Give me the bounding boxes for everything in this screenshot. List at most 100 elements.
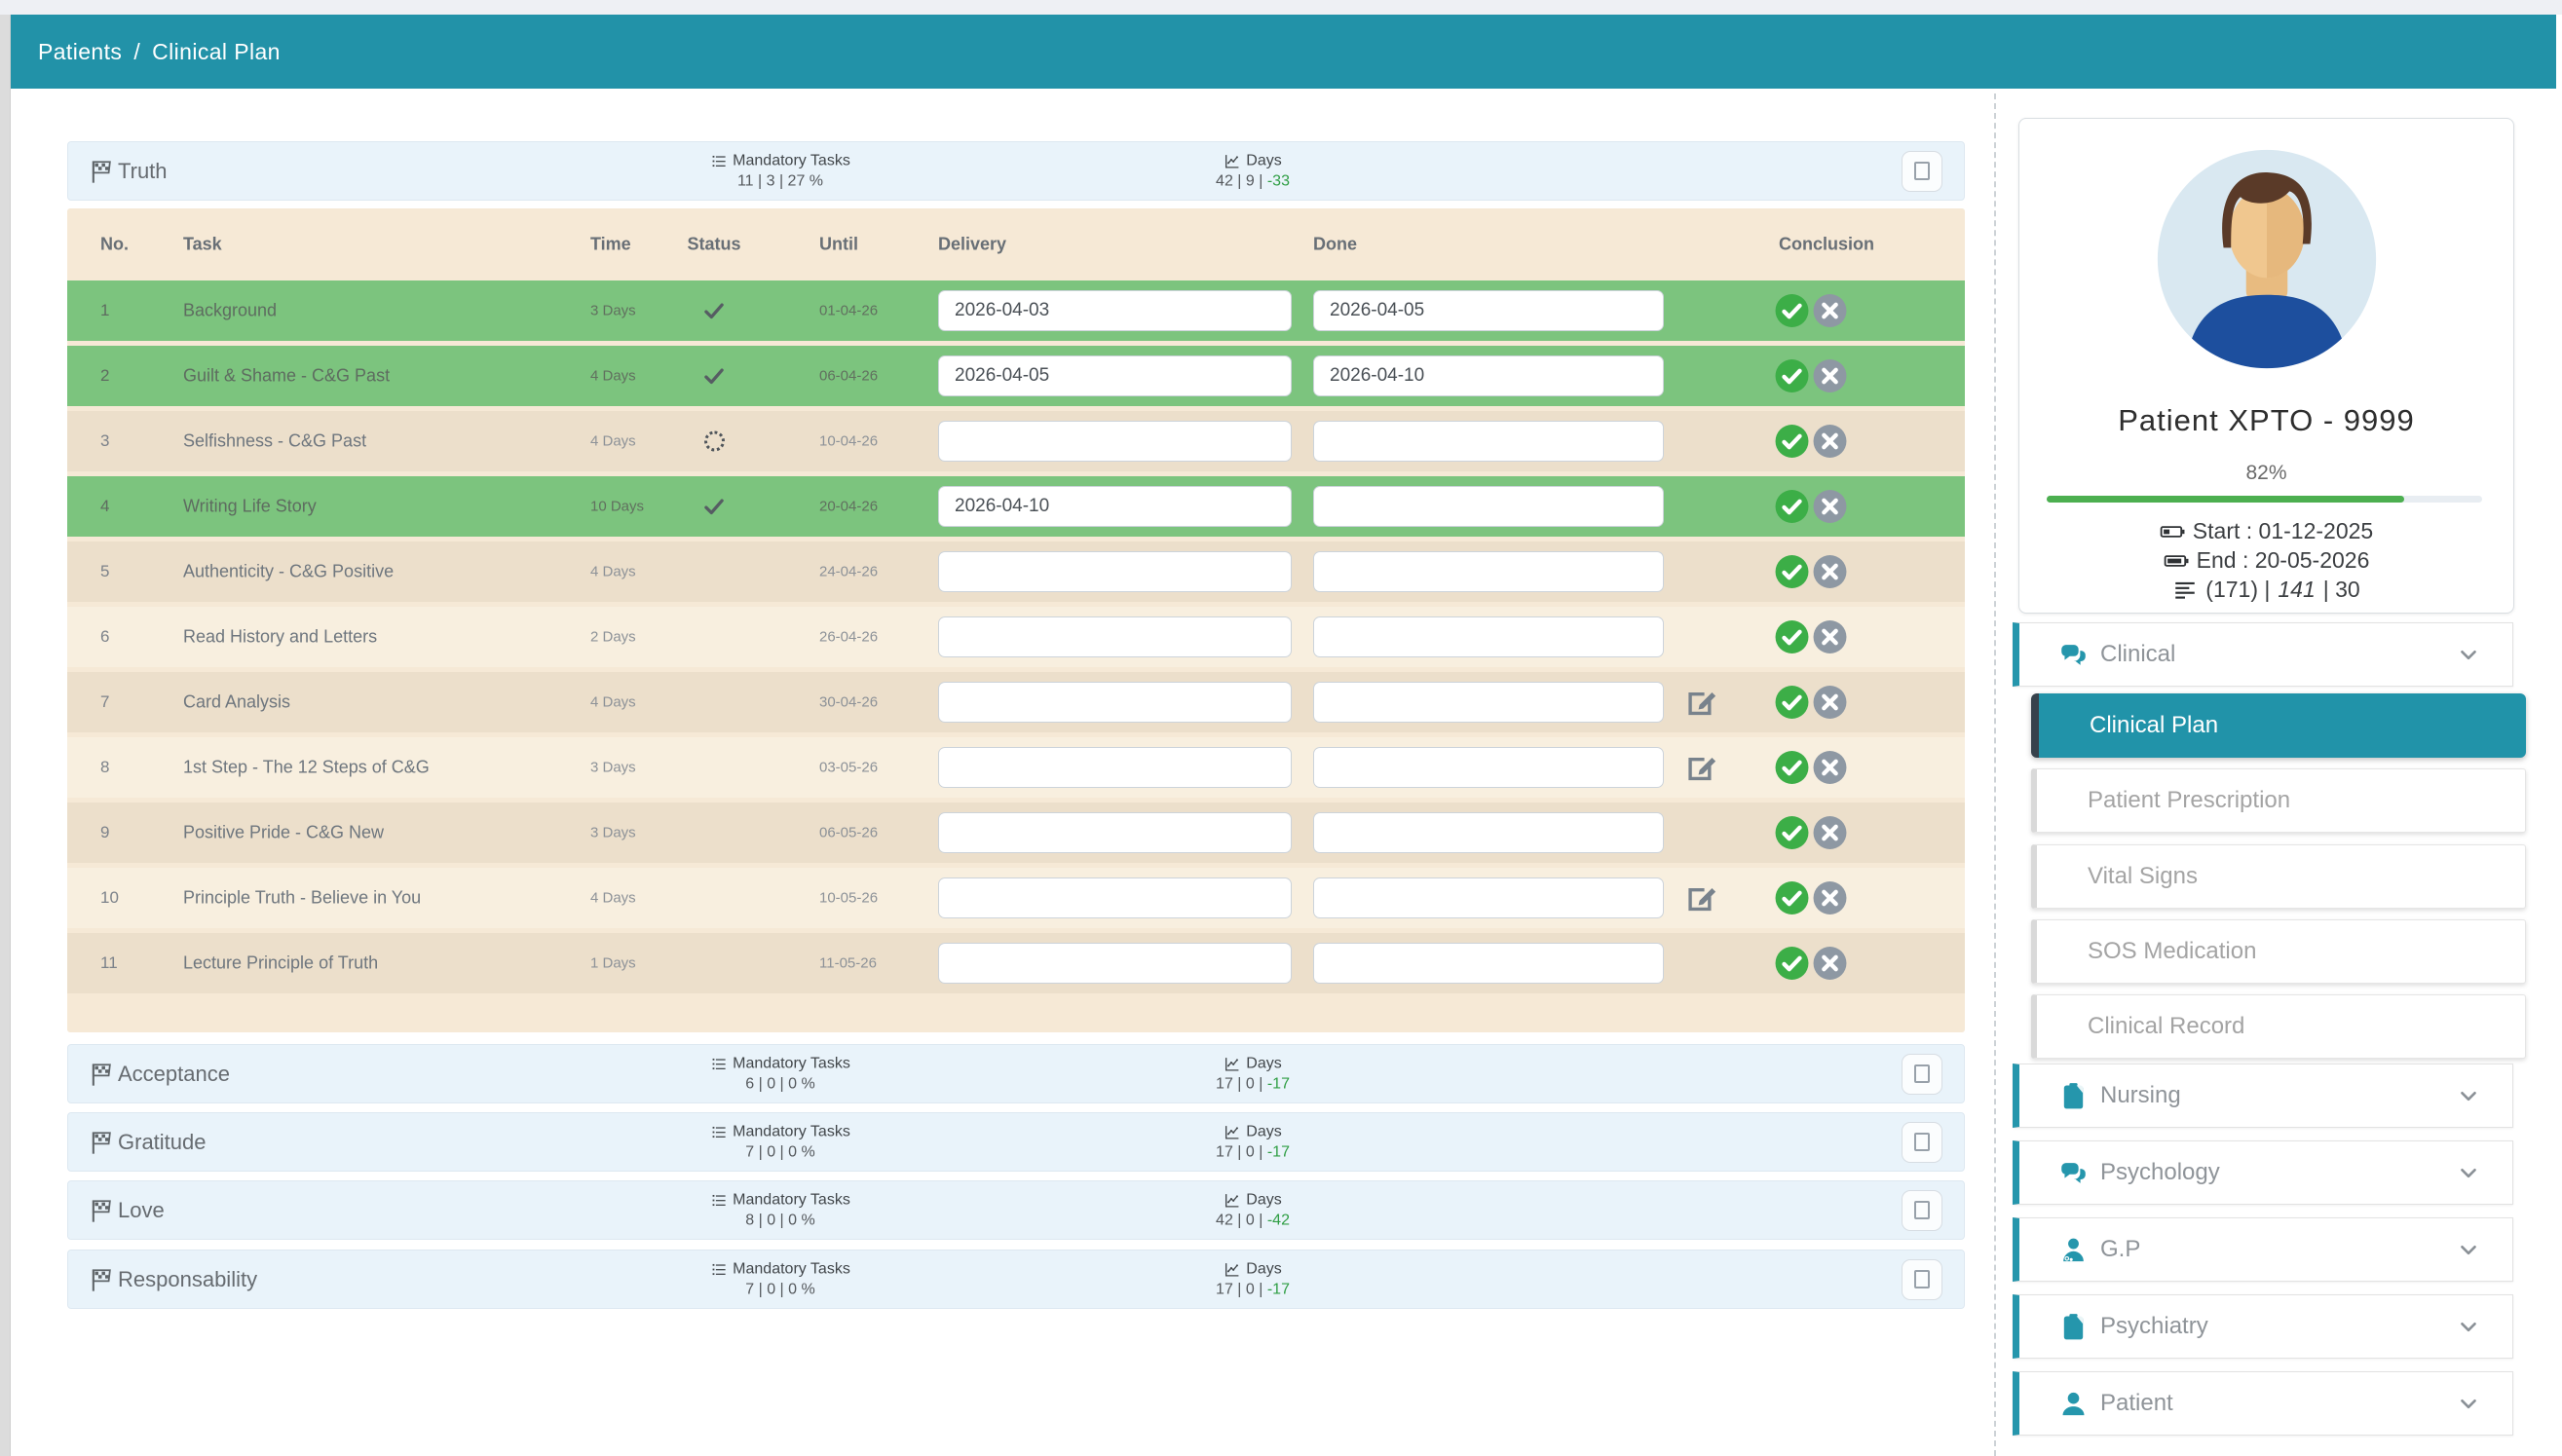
reject-x-icon[interactable] — [1812, 424, 1848, 460]
conclusion-actions — [1774, 424, 1848, 460]
breadcrumb: Patients / Clinical Plan — [11, 15, 2556, 89]
reject-x-icon[interactable] — [1812, 358, 1848, 394]
square-icon — [1914, 1270, 1930, 1288]
reject-x-icon[interactable] — [1812, 815, 1848, 851]
delivery-date-input[interactable] — [938, 355, 1292, 396]
delivery-date-input[interactable] — [938, 551, 1292, 592]
approve-check-icon[interactable] — [1774, 293, 1810, 329]
reject-x-icon[interactable] — [1812, 880, 1848, 916]
task-name: Selfishness - C&G Past — [183, 431, 366, 452]
sidebar-group-g-p[interactable]: G.P — [2013, 1217, 2513, 1282]
reject-x-icon[interactable] — [1812, 946, 1848, 982]
done-date-input[interactable] — [1313, 355, 1664, 396]
sidebar-group-psychiatry[interactable]: Psychiatry — [2013, 1294, 2513, 1359]
approve-check-icon[interactable] — [1774, 358, 1810, 394]
mandatory-tasks-label: Mandatory Tasks — [733, 152, 850, 169]
approve-check-icon[interactable] — [1774, 619, 1810, 655]
days-value: 17 | 0 | — [1216, 1281, 1262, 1297]
square-icon — [1914, 1064, 1930, 1083]
done-date-input[interactable] — [1313, 421, 1664, 462]
delivery-date-input[interactable] — [938, 682, 1292, 723]
delivery-date-input[interactable] — [938, 747, 1292, 788]
approve-check-icon[interactable] — [1774, 750, 1810, 786]
delivery-date-input[interactable] — [938, 486, 1292, 527]
delivery-date-input[interactable] — [938, 290, 1292, 331]
reject-x-icon[interactable] — [1812, 293, 1848, 329]
collapse-toggle-button[interactable] — [1902, 1259, 1942, 1300]
reject-x-icon[interactable] — [1812, 685, 1848, 721]
chart-icon — [1224, 152, 1241, 169]
sidebar-item-sos-medication[interactable]: SOS Medication — [2031, 919, 2526, 984]
collapse-toggle-button[interactable] — [1902, 1122, 1942, 1163]
days-value: 42 | 0 | — [1216, 1212, 1262, 1228]
done-date-input[interactable] — [1313, 943, 1664, 984]
checkered-flag-icon — [88, 158, 115, 185]
done-date-input[interactable] — [1313, 877, 1664, 918]
done-date-input[interactable] — [1313, 290, 1664, 331]
section-header: Gratitude Mandatory Tasks 7 | 0 | 0 % Da… — [67, 1112, 1965, 1172]
done-date-input[interactable] — [1313, 812, 1664, 853]
table-row: 2 Guilt & Shame - C&G Past 4 Days 06-04-… — [67, 346, 1965, 406]
mandatory-tasks-value: 7 | 0 | 0 % — [710, 1281, 850, 1298]
group-label: Patient — [2100, 1390, 2173, 1417]
delivery-date-input[interactable] — [938, 943, 1292, 984]
square-icon — [1914, 162, 1930, 180]
approve-check-icon[interactable] — [1774, 489, 1810, 525]
edit-icon[interactable] — [1683, 685, 1719, 721]
approve-check-icon[interactable] — [1774, 424, 1810, 460]
sidebar-item-vital-signs[interactable]: Vital Signs — [2031, 844, 2526, 909]
task-number: 2 — [100, 366, 109, 386]
reject-x-icon[interactable] — [1812, 489, 1848, 525]
header-task: Task — [183, 235, 222, 255]
section-title-label: Responsability — [118, 1267, 257, 1292]
delivery-date-input[interactable] — [938, 812, 1292, 853]
counts-elapsed: 141 — [2278, 577, 2315, 603]
task-until-date: 10-04-26 — [819, 433, 878, 450]
approve-check-icon[interactable] — [1774, 685, 1810, 721]
sidebar-item-clinical-plan[interactable]: Clinical Plan — [2031, 693, 2526, 758]
task-name: Guilt & Shame - C&G Past — [183, 366, 390, 387]
mandatory-tasks-label: Mandatory Tasks — [733, 1260, 850, 1278]
patient-avatar — [2154, 146, 2380, 372]
task-until-date: 30-04-26 — [819, 694, 878, 711]
done-date-input[interactable] — [1313, 486, 1664, 527]
check-icon — [701, 363, 727, 389]
task-until-date: 24-04-26 — [819, 564, 878, 580]
collapse-toggle-button[interactable] — [1902, 1190, 1942, 1231]
edit-icon[interactable] — [1683, 750, 1719, 786]
sidebar-item-clinical-record[interactable]: Clinical Record — [2031, 994, 2526, 1059]
delivery-date-input[interactable] — [938, 616, 1292, 657]
done-date-input[interactable] — [1313, 616, 1664, 657]
table-row: 11 Lecture Principle of Truth 1 Days 11-… — [67, 933, 1965, 993]
sidebar-group-psychology[interactable]: Psychology — [2013, 1140, 2513, 1205]
days-delta: -17 — [1267, 1143, 1290, 1160]
approve-check-icon[interactable] — [1774, 946, 1810, 982]
delivery-date-input[interactable] — [938, 877, 1292, 918]
done-date-input[interactable] — [1313, 682, 1664, 723]
approve-check-icon[interactable] — [1774, 815, 1810, 851]
breadcrumb-patients[interactable]: Patients — [38, 39, 122, 65]
task-name: Writing Life Story — [183, 497, 317, 517]
section-header-truth: Truth Mandatory Tasks 11 | 3 | 27 % Days… — [67, 141, 1965, 201]
edit-icon[interactable] — [1683, 880, 1719, 916]
reject-x-icon[interactable] — [1812, 554, 1848, 590]
approve-check-icon[interactable] — [1774, 880, 1810, 916]
task-name: Lecture Principle of Truth — [183, 953, 378, 974]
done-date-input[interactable] — [1313, 747, 1664, 788]
sidebar-item-patient-prescription[interactable]: Patient Prescription — [2031, 768, 2526, 833]
sidebar-group-patient[interactable]: Patient — [2013, 1371, 2513, 1436]
task-until-date: 11-05-26 — [819, 955, 877, 972]
sidebar-group-clinical[interactable]: Clinical — [2013, 622, 2513, 687]
group-label: G.P — [2100, 1236, 2140, 1263]
task-number: 5 — [100, 562, 109, 581]
days-value: 17 | 0 | — [1216, 1143, 1262, 1160]
collapse-toggle-button[interactable] — [1902, 151, 1942, 192]
collapse-toggle-button[interactable] — [1902, 1054, 1942, 1095]
delivery-date-input[interactable] — [938, 421, 1292, 462]
reject-x-icon[interactable] — [1812, 750, 1848, 786]
sidebar-group-nursing[interactable]: Nursing — [2013, 1064, 2513, 1128]
reject-x-icon[interactable] — [1812, 619, 1848, 655]
done-date-input[interactable] — [1313, 551, 1664, 592]
task-time: 10 Days — [590, 499, 644, 515]
approve-check-icon[interactable] — [1774, 554, 1810, 590]
